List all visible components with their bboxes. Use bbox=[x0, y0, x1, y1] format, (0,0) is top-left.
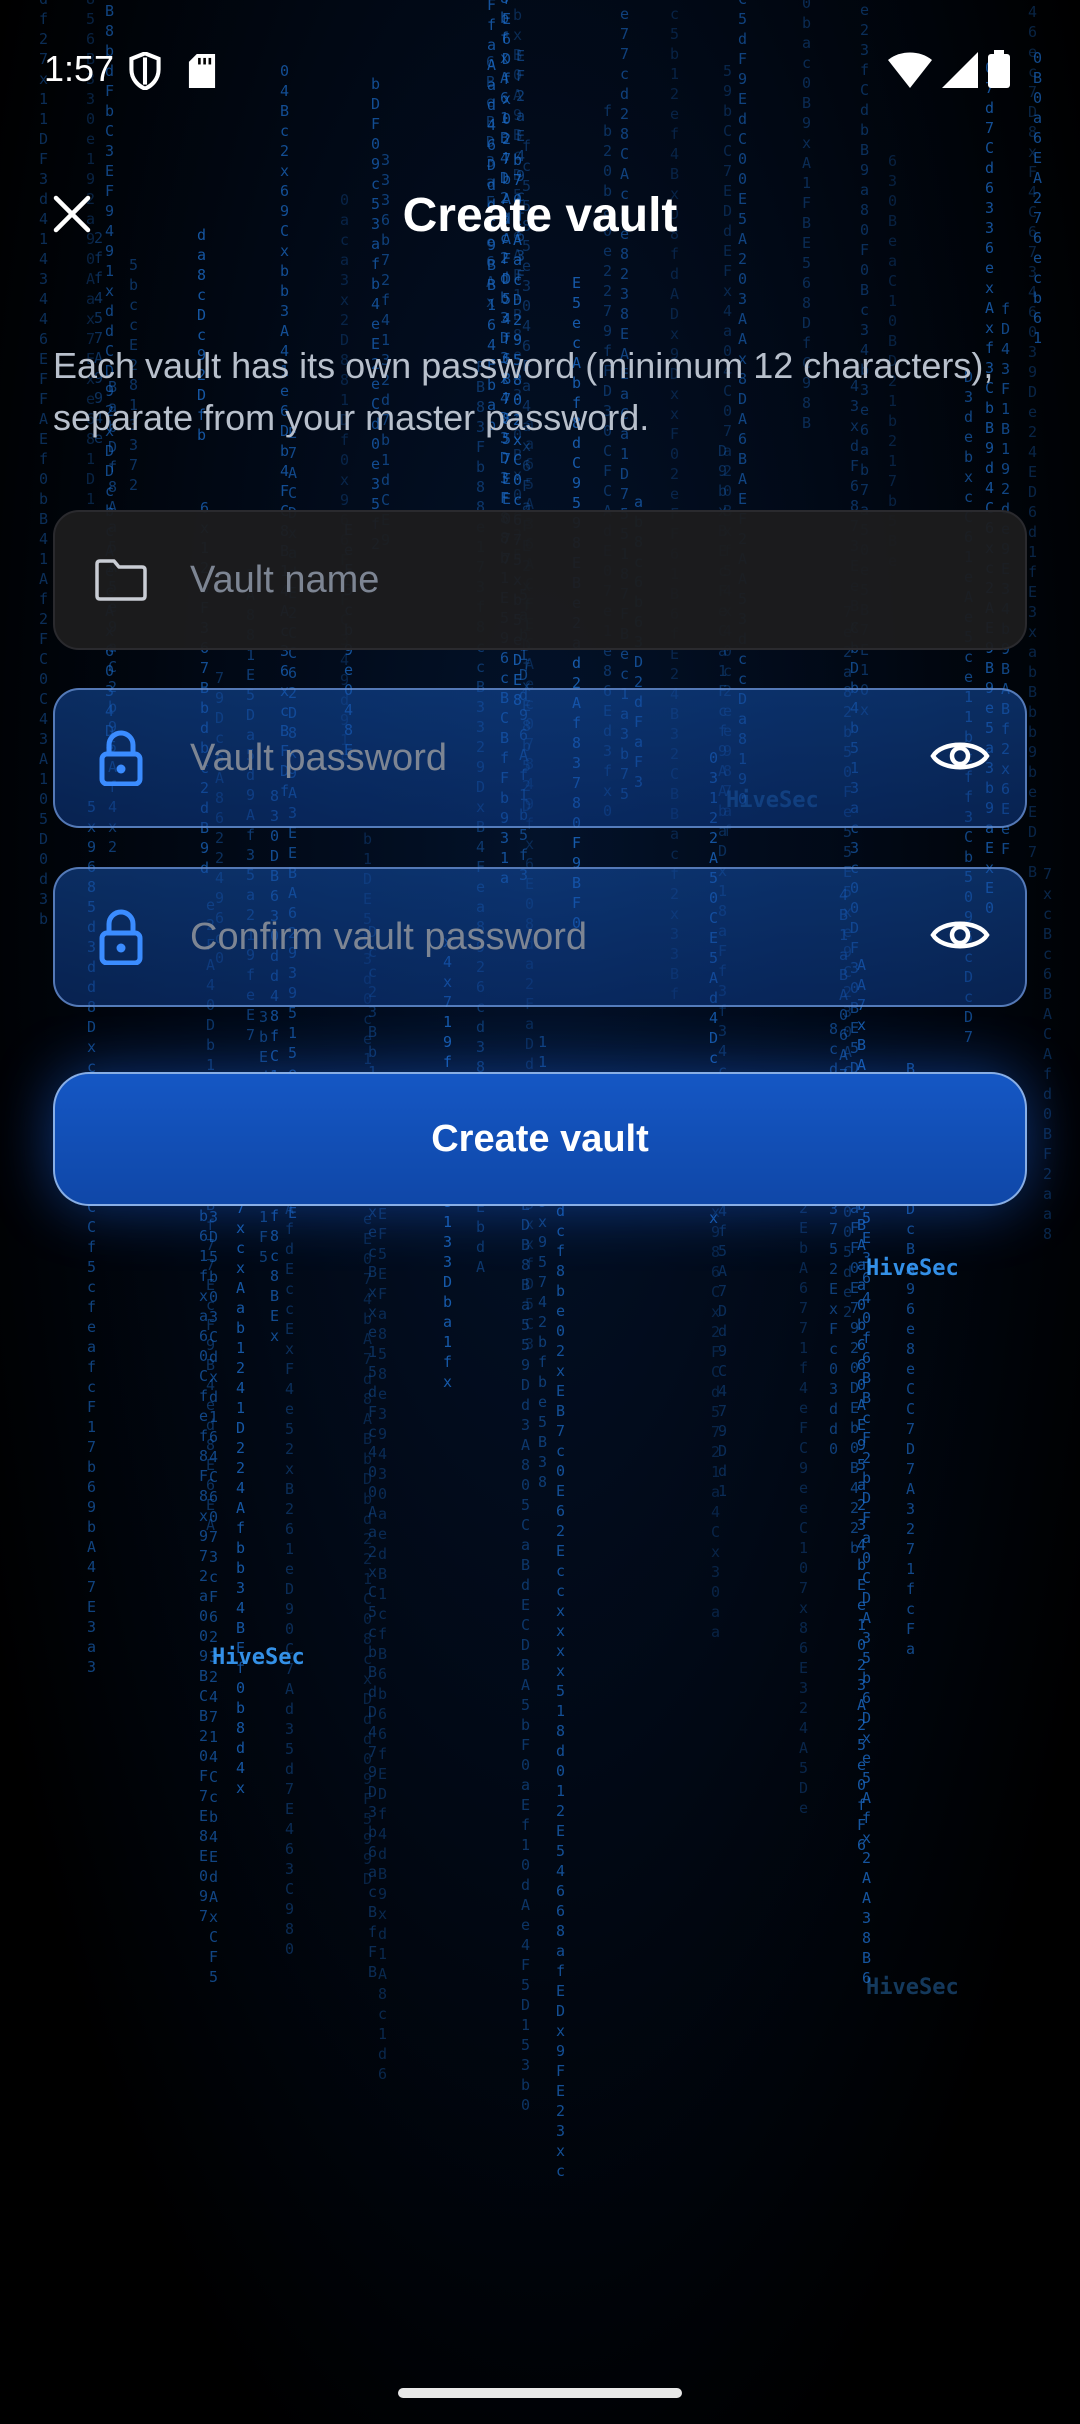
rain-column: 0 a c a 3 x 2 D 8 8 1 D f 0 x 9 6 6 F 3 … bbox=[340, 191, 350, 769]
vault-name-field[interactable] bbox=[53, 510, 1027, 650]
background-watermark-text: HiveSec bbox=[866, 1256, 959, 1281]
shield-icon bbox=[128, 51, 162, 95]
rain-column: c 6 C a d c f 8 b e 0 2 x E B 7 c 0 E 6 … bbox=[556, 1122, 566, 2180]
rain-column: 7 x c B c 6 B A C A f d 0 B F 2 a a 8 bbox=[1043, 865, 1053, 1243]
rain-column: b D F 0 9 c 5 3 a f b 4 e E 2 e C d 0 e … bbox=[371, 75, 381, 553]
eye-icon bbox=[930, 915, 990, 960]
rain-column: c 5 b 1 2 e f 4 B x D 8 f d A D x 9 D x … bbox=[670, 5, 680, 1003]
rain-column: E 7 x c x A a b 1 2 4 1 D 2 2 4 A f b b … bbox=[236, 1179, 246, 1797]
rain-column: 1 a 3 d 2 1 B 5 E 3 6 4 0 f 6 B B c F 2 … bbox=[862, 1069, 872, 1987]
rain-column: 9 c 8 C b 3 D 5 b 0 3 C d x d 1 6 4 C 6 … bbox=[209, 1108, 219, 1986]
rain-column: 9 1 2 E D B 8 B a 5 5 9 D d 3 A 8 0 5 C … bbox=[521, 1136, 531, 2114]
background-watermark-text: HiveSec bbox=[866, 1975, 959, 2000]
description-text: Each vault has its own password (minimum… bbox=[53, 345, 994, 438]
signal-icon bbox=[942, 52, 978, 93]
eye-icon bbox=[930, 736, 990, 781]
rain-column: a x 7 7 6 b 6 1 f x a 6 0 C f e f 8 F 8 … bbox=[199, 1107, 209, 1925]
page-title: Create vault bbox=[402, 189, 678, 242]
lock-icon bbox=[91, 907, 151, 967]
home-indicator[interactable] bbox=[398, 2388, 682, 2398]
wifi-icon bbox=[888, 52, 932, 93]
rain-column: b x 9 8 6 C x 2 F C d 5 7 2 1 a 4 C x 3 … bbox=[711, 1183, 721, 1641]
create-vault-button[interactable]: Create vault bbox=[53, 1072, 1027, 1206]
confirm-password-input[interactable] bbox=[190, 869, 915, 1005]
sd-card-icon bbox=[188, 54, 216, 93]
background-watermark-text: HiveSec bbox=[212, 1645, 305, 1670]
status-bar: 1:57 bbox=[0, 0, 1080, 140]
folder-icon bbox=[91, 550, 151, 610]
rain-column: e A f d E c c E x F 4 e 5 2 x B 2 6 1 e … bbox=[285, 1180, 295, 1958]
status-time: 1:57 bbox=[44, 48, 115, 89]
confirm-password-field[interactable] bbox=[53, 867, 1027, 1007]
rain-column: B 2 E b A 6 7 7 1 f 4 e F C 9 e e C 1 0 … bbox=[799, 1179, 809, 1817]
vault-name-input[interactable] bbox=[190, 512, 915, 648]
rain-column: 8 E F 5 E F a 8 5 8 e 3 9 4 3 0 a e d B … bbox=[378, 1185, 388, 2083]
lock-icon bbox=[91, 728, 151, 788]
screen: 5 a b 1 D d 9 6 A f 1 b 5 f 3 E F 2 a E … bbox=[0, 0, 1080, 2424]
app-bar: Create vault bbox=[0, 160, 1080, 270]
toggle-password-visibility-button[interactable] bbox=[925, 723, 995, 793]
toggle-confirm-visibility-button[interactable] bbox=[925, 902, 995, 972]
battery-icon bbox=[988, 50, 1010, 93]
vault-password-input[interactable] bbox=[190, 690, 915, 826]
vault-password-field[interactable] bbox=[53, 688, 1027, 828]
